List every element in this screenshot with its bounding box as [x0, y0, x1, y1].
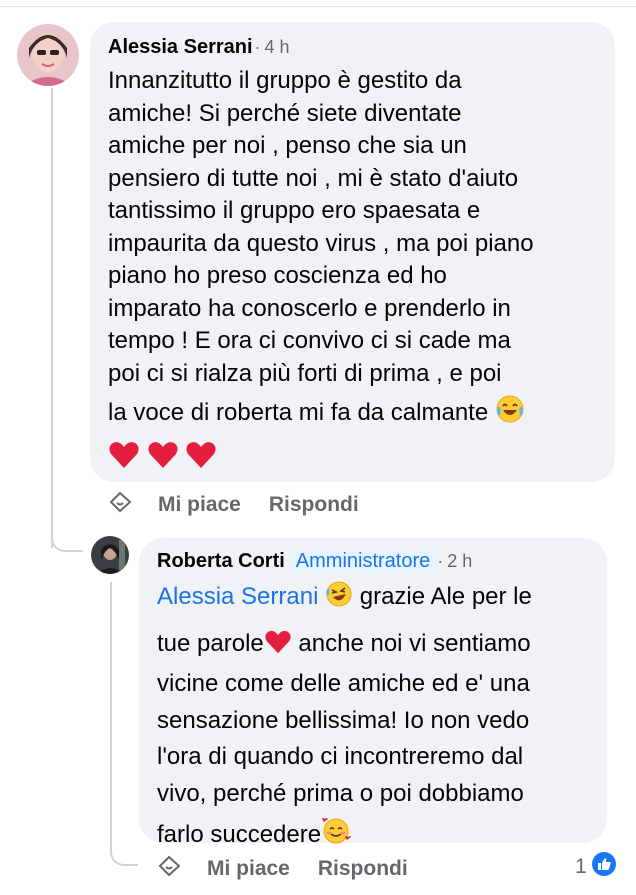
reply-button[interactable]: Rispondi — [318, 857, 408, 881]
comment-line: tantissimo il gruppo ero spaesata e — [108, 197, 481, 224]
reply-thread-line — [110, 582, 112, 852]
reaction-summary[interactable]: 1 — [575, 851, 617, 883]
reply-actions: Mi piace Rispondi — [157, 854, 436, 884]
admin-badge[interactable]: Amministratore — [290, 549, 436, 573]
comment-line: la voce di roberta mi fa da calmante — [108, 399, 489, 426]
separator-dot: · — [254, 37, 261, 57]
reply-line: tue parole anche noi vi sentiamo — [157, 626, 589, 667]
comment-line: amiche per noi , penso che sia un — [108, 132, 467, 159]
reaction-picker-icon[interactable] — [108, 490, 134, 520]
comment-header: Alessia Serrani · 4 h — [108, 36, 597, 59]
heart-icon — [185, 440, 217, 480]
comment-line: Innanzitutto il gruppo è gestito da — [108, 67, 462, 94]
reaction-picker-icon[interactable] — [157, 854, 183, 884]
reaction-count: 1 — [575, 855, 587, 878]
comment-line: amiche! Si perché siete diventate — [108, 99, 462, 127]
comment-line-last: la voce di roberta mi fa da calmante — [108, 394, 597, 434]
comment-author[interactable]: Alessia Serrani — [108, 36, 253, 58]
comment-line: tempo ! E ora ci convivo ci si cade ma — [108, 327, 511, 354]
reply-line: vicine come delle amiche ed e' una — [157, 670, 530, 697]
comment-time[interactable]: 4 h — [265, 37, 290, 57]
heart-icon — [264, 629, 292, 667]
heart-icon — [147, 440, 179, 480]
reply-thread-curve — [110, 840, 138, 866]
comment-bubble: Alessia Serrani · 4 h Innanzitutto il grup… — [90, 22, 615, 482]
comment-line: imparato ha conoscerlo e prenderlo in — [108, 294, 511, 322]
reply-text: Alessia Serrani grazie Ale per le tue pa… — [157, 579, 589, 858]
heart-icon — [108, 440, 140, 480]
thread-line-vertical — [51, 88, 53, 548]
separator-dot: · — [437, 551, 444, 571]
comment-line: piano ho preso coscienza ed ho — [108, 262, 447, 289]
reply-line: Alessia Serrani grazie Ale per le — [157, 579, 589, 620]
comment-actions: Mi piace Rispondi — [108, 490, 387, 520]
reply-line-text: anche noi vi sentiamo — [291, 629, 531, 657]
thread-line-curve — [51, 530, 83, 552]
reply-line-text: tue parole — [157, 629, 264, 657]
reply-line-text: farlo succedere — [157, 821, 322, 848]
reply-line: sensazione bellissima! Io non vedo — [157, 706, 530, 734]
hearts-row — [108, 440, 597, 480]
reply-time[interactable]: 2 h — [447, 551, 472, 571]
rolling-laughing-emoji-icon — [325, 580, 353, 620]
reply-line-text: grazie Ale per le — [353, 583, 532, 610]
like-button[interactable]: Mi piace — [207, 857, 290, 881]
comment-line: pensiero di tutte noi , mi è stato d'aiu… — [108, 164, 519, 192]
reply-author[interactable]: Roberta Corti — [157, 550, 285, 572]
comment-text: Innanzitutto il gruppo è gestito da amic… — [108, 65, 597, 479]
reply-header: Roberta Corti Amministratore · 2 h — [157, 549, 589, 573]
reply-line: vivo, perché prima o poi dobbiamo — [157, 779, 524, 807]
top-divider — [0, 0, 636, 7]
laughing-tears-emoji-icon — [495, 394, 525, 434]
smiling-hearts-emoji-icon — [321, 816, 352, 858]
avatar[interactable] — [17, 24, 79, 86]
reply-button[interactable]: Rispondi — [269, 493, 359, 517]
reply-bubble: Roberta Corti Amministratore · 2 h Alessia … — [139, 538, 607, 848]
comment-line: impaurita da questo virus , ma poi piano — [108, 229, 534, 257]
comment-line: poi ci si rialza più forti di prima , e … — [108, 359, 502, 387]
avatar[interactable] — [91, 536, 129, 574]
like-reaction-icon — [591, 851, 617, 883]
mention-link[interactable]: Alessia Serrani — [157, 583, 318, 610]
like-button[interactable]: Mi piace — [158, 493, 241, 517]
reply-line: l'ora di quando ci incontreremo dal — [157, 743, 524, 770]
reply-line: farlo succedere — [157, 816, 589, 858]
